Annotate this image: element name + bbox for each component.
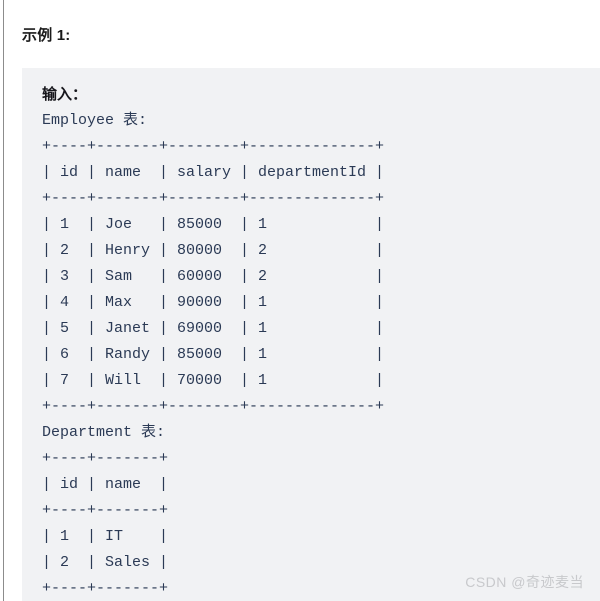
department-table-label: Department 表: xyxy=(42,424,166,441)
table-row: +----+-------+--------+--------------+ xyxy=(42,138,385,155)
table-row: | 4 | Max | 90000 | 1 | xyxy=(42,294,385,311)
table-row: | 1 | Joe | 85000 | 1 | xyxy=(42,216,385,233)
table-row: +----+-------+ xyxy=(42,450,169,467)
watermark: CSDN @奇迹麦当 xyxy=(465,574,584,590)
table-row: +----+-------+ xyxy=(42,502,169,519)
table-header-row: | id | name | xyxy=(42,476,169,493)
input-label: 输入： xyxy=(42,86,88,103)
table-row: | 7 | Will | 70000 | 1 | xyxy=(42,372,385,389)
page-root: 示例 1: 输入： Employee 表: +----+-------+----… xyxy=(0,0,600,601)
code-block: 输入： Employee 表: +----+-------+--------+-… xyxy=(22,68,600,601)
table-header-row: | id | name | salary | departmentId | xyxy=(42,164,385,181)
table-row: +----+-------+--------+--------------+ xyxy=(42,398,385,415)
table-row: +----+-------+--------+--------------+ xyxy=(42,190,385,207)
employee-table-label: Employee 表: xyxy=(42,112,148,129)
table-row: | 3 | Sam | 60000 | 2 | xyxy=(42,268,385,285)
table-row: | 1 | IT | xyxy=(42,528,169,545)
table-row: | 6 | Randy | 85000 | 1 | xyxy=(42,346,385,363)
table-row: | 5 | Janet | 69000 | 1 | xyxy=(42,320,385,337)
page-title: 示例 1: xyxy=(22,27,71,44)
table-row: | 2 | Henry | 80000 | 2 | xyxy=(42,242,385,259)
left-border-rule xyxy=(3,0,4,601)
